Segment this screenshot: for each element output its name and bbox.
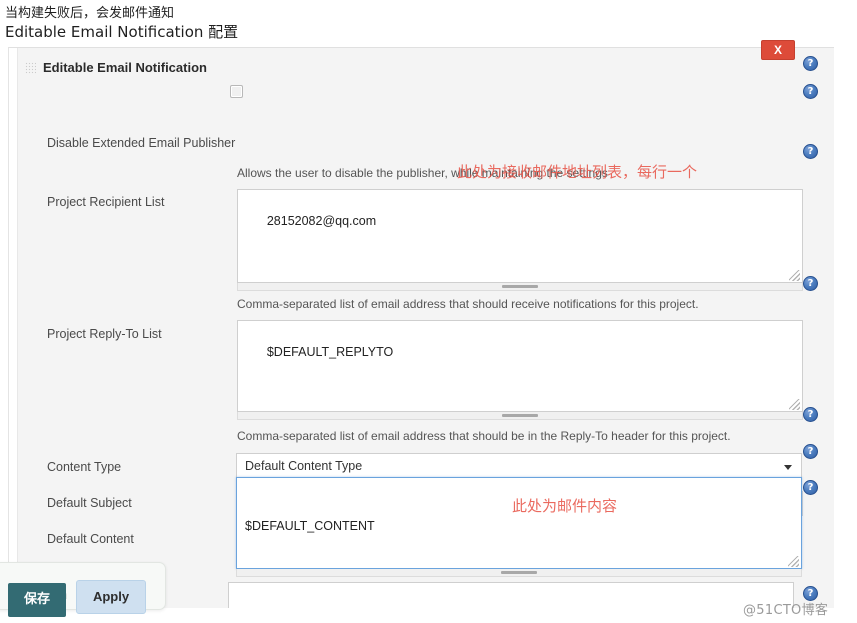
resize-grip-icon[interactable] <box>789 270 800 281</box>
project-recipient-list-value: 28152082@qq.com <box>266 214 377 228</box>
help-icon-reply-to-list[interactable]: ? <box>803 276 818 291</box>
content-type-select[interactable]: Default Content Type <box>236 453 802 479</box>
help-icon-publisher-title[interactable]: ? <box>803 56 818 71</box>
screenshot-root: 当构建失败后，会发邮件通知 Editable Email Notificatio… <box>0 0 857 623</box>
reply-to-splitter-bar[interactable] <box>237 412 803 420</box>
save-button[interactable]: 保存 <box>8 583 66 617</box>
drag-grip-icon[interactable] <box>25 62 36 74</box>
annotation-content-note: 此处为邮件内容 <box>512 497 618 515</box>
project-recipient-list-textarea[interactable]: 28152082@qq.com <box>237 189 803 283</box>
resize-grip-icon[interactable] <box>789 399 800 410</box>
label-default-content: Default Content <box>47 532 134 546</box>
help-icon-next-field[interactable]: ? <box>803 586 818 601</box>
desc-project-recipient-list: Comma-separated list of email address th… <box>237 297 699 311</box>
apply-button[interactable]: Apply <box>76 580 146 614</box>
default-content-line-1: $DEFAULT_CONTENT <box>245 519 375 533</box>
help-icon-default-content[interactable]: ? <box>803 480 818 495</box>
panel-title: Editable Email Notification <box>43 60 207 75</box>
label-project-recipient-list: Project Recipient List <box>47 195 165 209</box>
help-icon-recipient-list[interactable]: ? <box>803 144 818 159</box>
default-content-splitter-bar[interactable] <box>236 569 802 577</box>
disable-publisher-checkbox[interactable] <box>230 85 243 98</box>
resize-grip-icon[interactable] <box>788 556 799 567</box>
project-reply-to-list-textarea[interactable]: $DEFAULT_REPLYTO <box>237 320 803 412</box>
help-icon-disable-publisher[interactable]: ? <box>803 84 818 99</box>
panel-left-gutter <box>9 48 18 608</box>
default-content-textarea[interactable]: $DEFAULT_CONTENT 构建执行服务器为：http://10.0.0.… <box>236 477 802 569</box>
label-disable-publisher: Disable Extended Email Publisher <box>47 136 236 150</box>
heading-line-1: 当构建失败后，会发邮件通知 <box>5 6 175 21</box>
heading-line-2: Editable Email Notification 配置 <box>5 23 239 41</box>
watermark: @51CTO博客 <box>743 603 829 618</box>
recipient-splitter-bar[interactable] <box>237 283 803 291</box>
chevron-down-icon <box>784 465 792 470</box>
annotation-recipient-note: 此处为接收邮件地址列表，每行一个 <box>457 163 698 181</box>
help-icon-content-type[interactable]: ? <box>803 407 818 422</box>
label-default-subject: Default Subject <box>47 496 132 510</box>
label-content-type: Content Type <box>47 460 122 474</box>
help-icon-default-subject[interactable]: ? <box>803 444 818 459</box>
project-reply-to-list-value: $DEFAULT_REPLYTO <box>266 345 394 359</box>
label-project-reply-to-list: Project Reply-To List <box>47 327 162 341</box>
desc-project-reply-to-list: Comma-separated list of email address th… <box>237 429 731 443</box>
close-button[interactable]: X <box>761 40 795 60</box>
content-type-selected-value: Default Content Type <box>245 459 363 473</box>
